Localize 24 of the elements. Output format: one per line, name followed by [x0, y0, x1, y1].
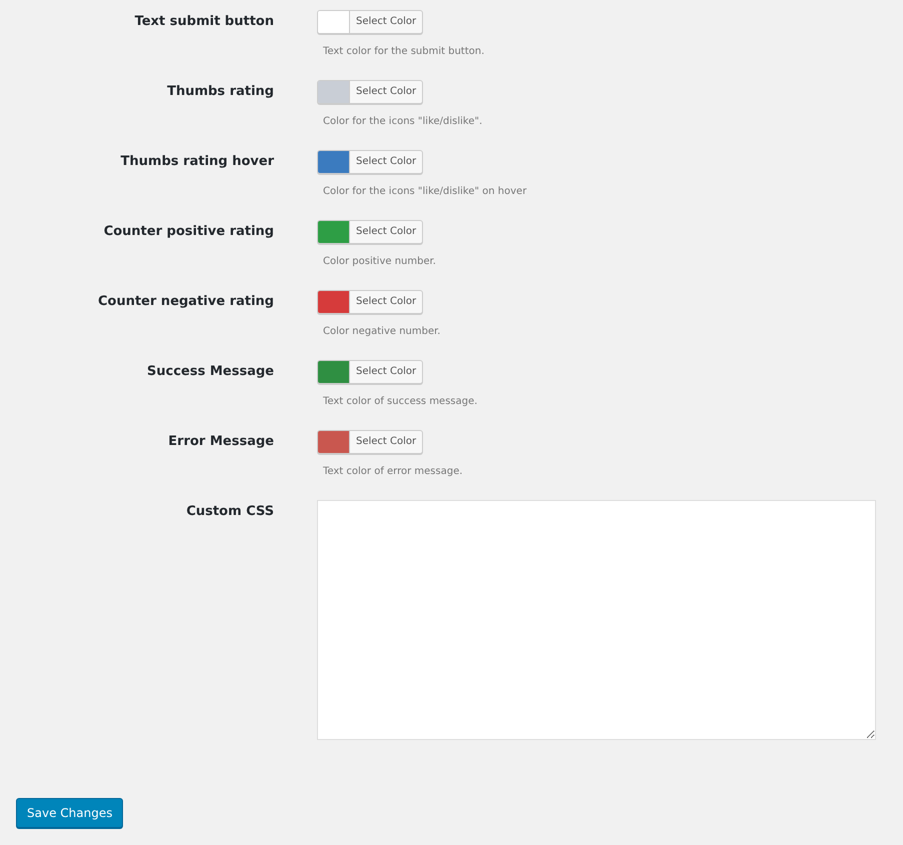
- field-label: Counter negative rating: [96, 293, 274, 311]
- save-changes-button[interactable]: Save Changes: [16, 798, 124, 828]
- field-label: Text submit button: [134, 13, 274, 31]
- field-description: Text color of success message.: [323, 395, 478, 409]
- field-label: Thumbs rating hover: [120, 153, 274, 171]
- field-description: Color positive number.: [323, 255, 436, 269]
- color-picker-button[interactable]: Select Color: [317, 80, 424, 104]
- field-description: Color for the icons "like/dislike".: [323, 115, 482, 129]
- color-picker-button[interactable]: Select Color: [317, 360, 424, 384]
- field-label: Error Message: [167, 433, 274, 451]
- field-label: Counter positive rating: [102, 223, 274, 241]
- field-description: Text color for the submit button.: [323, 45, 484, 59]
- css-text-area[interactable]: [317, 500, 876, 740]
- field-description: Text color of error message.: [323, 465, 463, 479]
- field-label: Custom CSS: [185, 503, 274, 521]
- color-picker-button[interactable]: Select Color: [317, 430, 424, 454]
- color-picker-button[interactable]: Select Color: [317, 290, 424, 314]
- field-label: Thumbs rating: [166, 83, 274, 101]
- field-description: Color for the icons "like/dislike" on hover: [323, 185, 527, 199]
- color-picker-button[interactable]: Select Color: [317, 220, 424, 244]
- color-picker-button[interactable]: Select Color: [317, 150, 424, 174]
- color-picker-button[interactable]: Select Color: [317, 10, 424, 34]
- field-label: Success Message: [146, 363, 274, 381]
- field-description: Color negative number.: [323, 325, 440, 339]
